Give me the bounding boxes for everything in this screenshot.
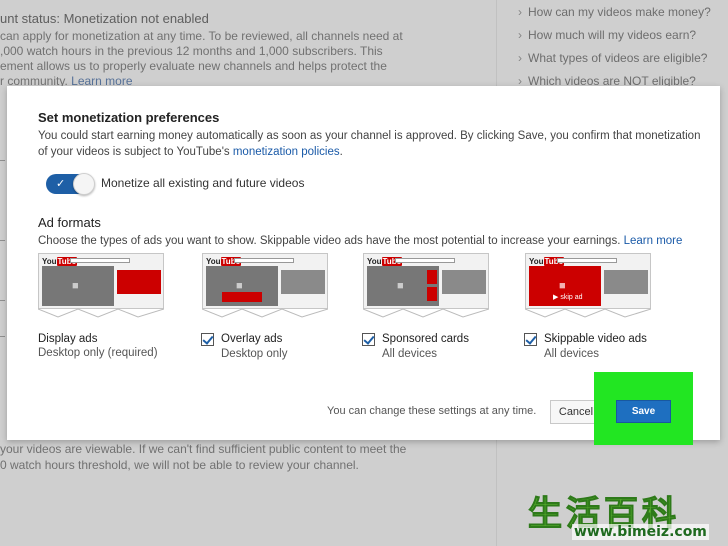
logo-text: You — [529, 257, 544, 266]
sponsored-cards-checkbox[interactable] — [362, 333, 375, 346]
overlay-ads-sub: Desktop only — [221, 348, 288, 360]
video-player: ■ ▶ skip ad — [529, 266, 601, 306]
display-ad-block — [117, 270, 161, 294]
torn-edge — [38, 307, 164, 319]
monetization-description: You could start earning money automatica… — [38, 128, 718, 160]
skip-ad-label: ▶ skip ad — [553, 294, 583, 301]
video-camera-icon: ■ — [559, 280, 566, 292]
learn-more-link[interactable]: Learn more — [624, 235, 683, 247]
monetize-toggle[interactable]: ✓ — [46, 173, 95, 195]
skippable-ads-checkbox[interactable] — [524, 333, 537, 346]
skippable-ads-label: Skippable video ads — [544, 333, 647, 345]
description-text: . — [339, 146, 343, 158]
torn-edge — [525, 307, 651, 319]
ad-formats-title: Ad formats — [38, 215, 101, 230]
save-button[interactable]: Save — [616, 400, 671, 423]
skippable-ads-sub: All devices — [544, 348, 599, 360]
check-icon: ✓ — [56, 178, 66, 190]
settings-note: You can change these settings at any tim… — [327, 405, 537, 417]
watermark: 生活百科 www.bimeiz.com — [528, 486, 724, 542]
sponsored-cards-label: Sponsored cards — [382, 333, 469, 345]
sponsored-cards-sub: All devices — [382, 348, 437, 360]
torn-edge — [202, 307, 328, 319]
description-text: of your videos is subject to YouTube's — [38, 146, 233, 158]
video-camera-icon: ■ — [397, 280, 404, 292]
watermark-url: www.bimeiz.com — [572, 524, 709, 540]
sidebar-block — [604, 270, 648, 294]
monetization-policies-link[interactable]: monetization policies — [233, 146, 340, 158]
display-ads-sub: Desktop only (required) — [38, 347, 158, 359]
toggle-knob[interactable] — [73, 173, 95, 195]
address-bar — [70, 258, 130, 263]
description-line: of your videos is subject to YouTube's m… — [38, 144, 718, 160]
ad-formats-description: Choose the types of ads you want to show… — [38, 233, 682, 249]
logo-text: You — [206, 257, 221, 266]
address-bar — [395, 258, 455, 263]
sidebar-block — [442, 270, 486, 294]
video-player: ■ — [367, 266, 439, 306]
sidebar-block — [281, 270, 325, 294]
logo-text: You — [367, 257, 382, 266]
address-bar — [557, 258, 617, 263]
thumbnail-frame: YouTube ■ — [363, 253, 489, 309]
monetize-toggle-label: Monetize all existing and future videos — [101, 176, 305, 190]
address-bar — [234, 258, 294, 263]
skippable-ads-thumbnail: YouTube ■ ▶ skip ad — [525, 253, 651, 319]
sponsored-card-block — [427, 270, 437, 284]
ad-formats-text: Choose the types of ads you want to show… — [38, 235, 624, 247]
thumbnail-frame: YouTube ■ — [202, 253, 328, 309]
video-player: ■ — [206, 266, 278, 306]
video-camera-icon: ■ — [236, 280, 243, 292]
overlay-ads-thumbnail: YouTube ■ — [202, 253, 328, 319]
thumbnail-frame: YouTube ■ — [38, 253, 164, 309]
video-player: ■ — [42, 266, 114, 306]
description-line: You could start earning money automatica… — [38, 130, 701, 142]
thumbnail-frame: YouTube ■ ▶ skip ad — [525, 253, 651, 309]
torn-edge — [363, 307, 489, 319]
overlay-ads-label: Overlay ads — [221, 333, 283, 345]
overlay-ad-block — [222, 292, 262, 302]
sponsored-cards-thumbnail: YouTube ■ — [363, 253, 489, 319]
video-camera-icon: ■ — [72, 280, 79, 292]
monetization-title: Set monetization preferences — [38, 110, 220, 125]
display-ads-label: Display ads — [38, 333, 98, 345]
sponsored-card-block — [427, 287, 437, 301]
overlay-ads-checkbox[interactable] — [201, 333, 214, 346]
logo-text: You — [42, 257, 57, 266]
display-ads-thumbnail: YouTube ■ — [38, 253, 164, 319]
